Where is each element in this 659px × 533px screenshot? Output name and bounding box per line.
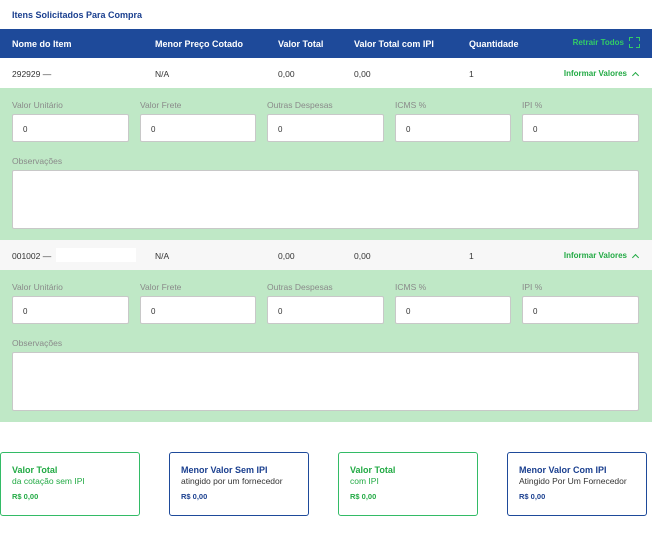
- notes-label: Observações: [12, 156, 63, 166]
- freight-input[interactable]: 0: [140, 114, 256, 142]
- summary-value: R$ 0,00: [350, 492, 377, 501]
- icms-input[interactable]: 0: [395, 296, 511, 324]
- unit-price-input[interactable]: 0: [12, 114, 129, 142]
- item-total: 0,00: [278, 251, 295, 261]
- inform-values-label: Informar Valores: [563, 69, 627, 78]
- card-title: Itens Solicitados Para Compra: [12, 10, 143, 20]
- summary-value: R$ 0,00: [12, 492, 39, 501]
- summary-lowest-with-ipi: Menor Valor Com IPI Atingido Por Um Forn…: [507, 452, 647, 516]
- unit-price-label: Valor Unitário: [12, 282, 63, 292]
- other-expenses-input[interactable]: 0: [267, 296, 384, 324]
- chevron-up-icon: [631, 253, 640, 261]
- item-code: 001002 —: [12, 251, 52, 261]
- collapse-all-label: Retrair Todos: [572, 38, 624, 47]
- freight-label: Valor Frete: [140, 282, 182, 292]
- header-quantity: Quantidade: [469, 39, 519, 49]
- notes-textarea[interactable]: [12, 170, 639, 229]
- inform-values-label: Informar Valores: [563, 251, 627, 260]
- chevron-up-icon: [631, 71, 640, 79]
- summary-value: R$ 0,00: [519, 492, 546, 501]
- notes-label: Observações: [12, 338, 63, 348]
- summary-title: Valor Total: [12, 465, 58, 475]
- table-row[interactable]: 001002 — N/A 0,00 0,00 1 Informar Valore…: [0, 240, 652, 270]
- ipi-label: IPI %: [522, 100, 543, 110]
- icms-label: ICMS %: [395, 100, 427, 110]
- header-lowest-price: Menor Preço Cotado: [155, 39, 244, 49]
- header-total-ipi: Valor Total com IPI: [354, 39, 434, 49]
- inform-values-button[interactable]: Informar Valores: [563, 69, 640, 79]
- item-total: 0,00: [278, 69, 295, 79]
- other-expenses-label: Outras Despesas: [267, 100, 333, 110]
- summary-subtitle: com IPI: [350, 476, 379, 486]
- freight-label: Valor Frete: [140, 100, 182, 110]
- item-detail-panel: Valor Unitário Valor Frete Outras Despes…: [0, 270, 652, 422]
- item-code: 292929 —: [12, 69, 52, 79]
- summary-subtitle: da cotação sem IPI: [12, 476, 85, 486]
- summary-title: Menor Valor Sem IPI: [181, 465, 268, 475]
- collapse-all-button[interactable]: Retrair Todos: [573, 37, 640, 48]
- unit-price-label: Valor Unitário: [12, 100, 63, 110]
- table-header: Nome do Item Menor Preço Cotado Valor To…: [0, 29, 652, 58]
- header-item-name: Nome do Item: [12, 39, 72, 49]
- notes-textarea[interactable]: [12, 352, 639, 411]
- ipi-label: IPI %: [522, 282, 543, 292]
- item-detail-panel: Valor Unitário Valor Frete Outras Despes…: [0, 88, 652, 240]
- item-total-ipi: 0,00: [354, 251, 371, 261]
- ipi-input[interactable]: 0: [522, 114, 639, 142]
- inform-values-button[interactable]: Informar Valores: [563, 251, 640, 261]
- summary-title: Valor Total: [350, 465, 396, 475]
- icms-label: ICMS %: [395, 282, 427, 292]
- summary-total-with-ipi: Valor Total com IPI R$ 0,00: [338, 452, 478, 516]
- item-quantity: 1: [469, 251, 474, 261]
- item-total-ipi: 0,00: [354, 69, 371, 79]
- icms-input[interactable]: 0: [395, 114, 511, 142]
- item-lowest-price: N/A: [155, 69, 170, 79]
- summary-title: Menor Valor Com IPI: [519, 465, 607, 475]
- table-row[interactable]: 292929 — N/A 0,00 0,00 1 Informar Valore…: [0, 58, 652, 88]
- item-quantity: 1: [469, 69, 474, 79]
- summary-subtitle: Atingido Por Um Fornecedor: [519, 476, 627, 486]
- redacted-name: [56, 248, 136, 262]
- summary-subtitle: atingido por um fornecedor: [181, 476, 283, 486]
- summary-total-without-ipi: Valor Total da cotação sem IPI R$ 0,00: [0, 452, 140, 516]
- summary-lowest-without-ipi: Menor Valor Sem IPI atingido por um forn…: [169, 452, 309, 516]
- item-lowest-price: N/A: [155, 251, 170, 261]
- other-expenses-label: Outras Despesas: [267, 282, 333, 292]
- header-total: Valor Total: [278, 39, 324, 49]
- ipi-input[interactable]: 0: [522, 296, 639, 324]
- freight-input[interactable]: 0: [140, 296, 256, 324]
- other-expenses-input[interactable]: 0: [267, 114, 384, 142]
- summary-value: R$ 0,00: [181, 492, 208, 501]
- fullscreen-icon: [629, 37, 640, 48]
- unit-price-input[interactable]: 0: [12, 296, 129, 324]
